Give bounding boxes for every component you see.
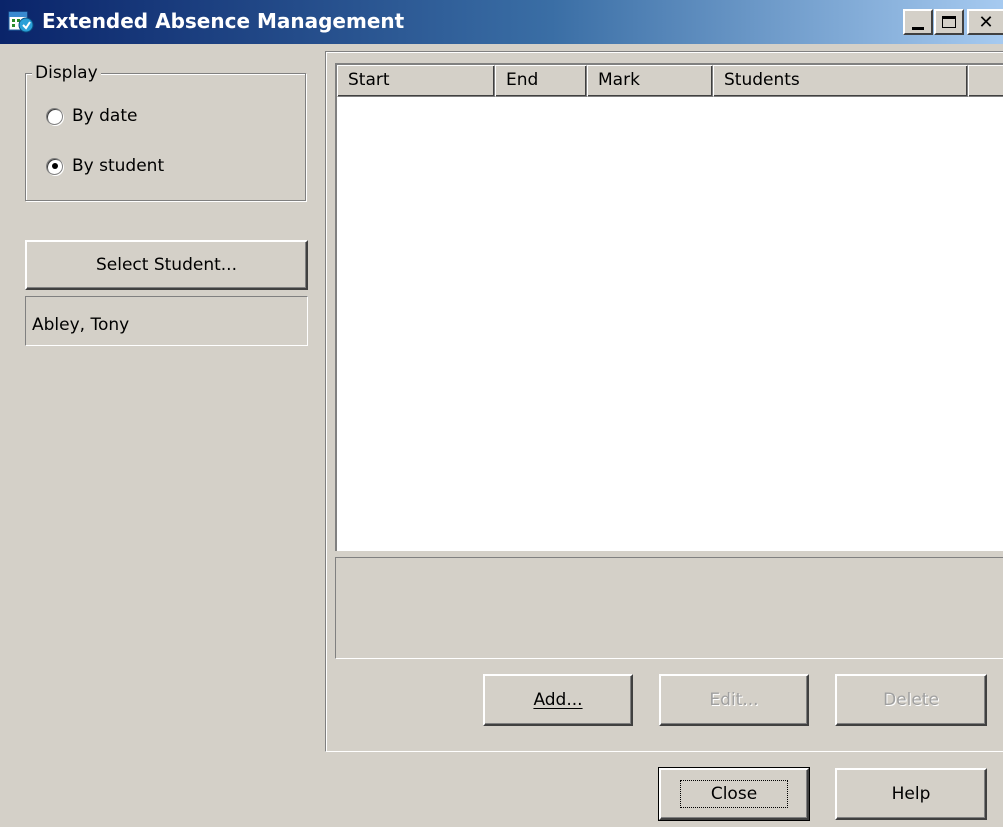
edit-button[interactable]: Edit...: [659, 674, 809, 726]
select-student-button[interactable]: Select Student...: [25, 240, 308, 290]
add-button-label: Add...: [533, 690, 583, 710]
display-group: [25, 73, 306, 201]
radio-button[interactable]: [46, 107, 63, 125]
selected-student-field: Abley, Tony: [25, 296, 308, 346]
title-bar: Extended Absence Management ✕: [0, 0, 1003, 44]
column-header-filler: [968, 65, 1003, 97]
delete-button[interactable]: Delete: [835, 674, 987, 726]
calendar-app-icon: [8, 11, 34, 33]
radio-selected-dot: [51, 163, 58, 169]
radio-by-student[interactable]: By student: [46, 156, 164, 176]
close-button-label: Close: [679, 780, 789, 808]
help-button[interactable]: Help: [835, 768, 987, 820]
details-area: [335, 557, 1003, 659]
column-header-mark[interactable]: Mark: [587, 65, 713, 97]
radio-by-date[interactable]: By date: [46, 106, 137, 126]
radio-label: By date: [72, 106, 138, 126]
selected-student-name: Abley, Tony: [32, 315, 130, 335]
absence-list[interactable]: Start End Mark Students: [335, 63, 1003, 551]
radio-label: By student: [72, 156, 165, 176]
minimize-icon: [912, 26, 924, 30]
add-button[interactable]: Add...: [483, 674, 633, 726]
maximize-icon: [942, 16, 956, 28]
close-button[interactable]: Close: [658, 767, 810, 821]
column-header-end[interactable]: End: [495, 65, 587, 97]
display-group-legend: Display: [32, 63, 101, 83]
maximize-button[interactable]: [934, 9, 964, 35]
delete-button-label: Delete: [883, 690, 939, 710]
window-title: Extended Absence Management: [42, 9, 405, 33]
minimize-button[interactable]: [903, 9, 933, 35]
close-icon: ✕: [978, 11, 994, 33]
column-header-students[interactable]: Students: [713, 65, 968, 97]
edit-button-label: Edit...: [709, 690, 759, 710]
radio-button[interactable]: [46, 157, 63, 175]
list-header: Start End Mark Students: [337, 65, 1003, 97]
close-window-button[interactable]: ✕: [967, 9, 1003, 35]
column-header-start[interactable]: Start: [337, 65, 495, 97]
